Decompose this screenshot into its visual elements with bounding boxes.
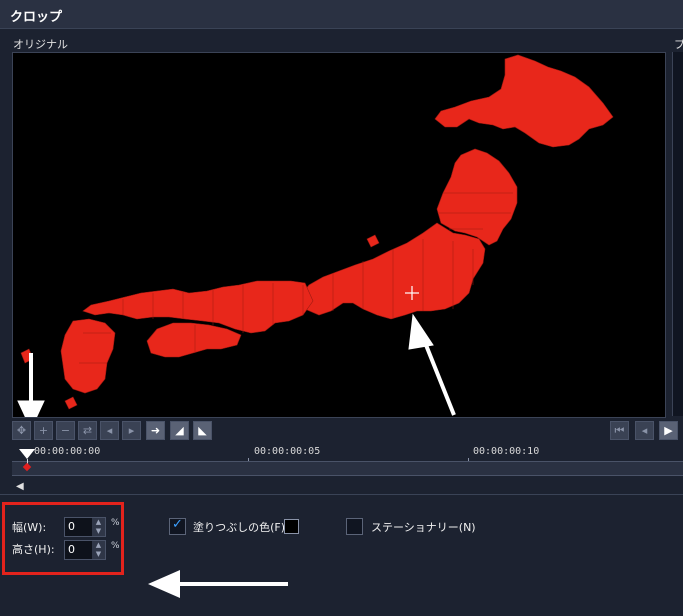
preview-panel[interactable] bbox=[672, 52, 683, 416]
fill-color-label: 塗りつぶしの色(F) bbox=[193, 521, 286, 534]
timeline-track[interactable] bbox=[12, 461, 683, 476]
reverse-icon[interactable]: ⇄ bbox=[78, 421, 97, 440]
kyushu-shape bbox=[60, 318, 116, 394]
japan-map-image bbox=[17, 54, 614, 417]
stationary-label: ステーショナリー(N) bbox=[371, 521, 476, 534]
move-left-icon[interactable]: ✥ bbox=[12, 421, 31, 440]
shikoku-shape bbox=[146, 322, 242, 358]
prev-keyframe-icon[interactable]: ◂ bbox=[100, 421, 119, 440]
annotation-arrow-down bbox=[17, 353, 45, 417]
divider bbox=[0, 494, 683, 495]
timeline-scroll-left-icon[interactable]: ◀ bbox=[16, 481, 24, 492]
move-right-icon[interactable]: ➜ bbox=[146, 421, 165, 440]
honshu-central-shape bbox=[298, 222, 486, 320]
hokkaido-shape bbox=[434, 54, 614, 148]
timecode-label: 00:00:00:10 bbox=[473, 446, 540, 457]
play-icon[interactable]: ▶ bbox=[659, 421, 678, 440]
next-keyframe-icon[interactable]: ▸ bbox=[122, 421, 141, 440]
southern-islands-shape bbox=[64, 396, 78, 410]
fill-color-checkbox[interactable] bbox=[169, 517, 186, 535]
window-title: クロップ bbox=[10, 10, 63, 25]
remove-keyframe-icon[interactable]: − bbox=[56, 421, 75, 440]
ease-out-icon[interactable]: ◣ bbox=[193, 421, 212, 440]
playhead-marker[interactable] bbox=[19, 449, 35, 459]
fill-color-swatch[interactable] bbox=[284, 519, 299, 534]
prev-frame-icon[interactable]: ◂ bbox=[635, 421, 654, 440]
sado-island-shape bbox=[366, 234, 380, 248]
timecode-label: 00:00:00:00 bbox=[34, 446, 101, 457]
original-preview-panel[interactable] bbox=[12, 52, 666, 418]
add-keyframe-icon[interactable]: + bbox=[34, 421, 53, 440]
highlight-box bbox=[2, 502, 124, 575]
keyframe-toolbar: ✥ + − ⇄ ◂ ▸ ➜ ◢ ◣ ⏮ ◂ ▶ bbox=[12, 421, 678, 441]
ease-in-icon[interactable]: ◢ bbox=[170, 421, 189, 440]
annotation-arrow-up bbox=[408, 313, 456, 416]
stationary-checkbox[interactable] bbox=[346, 518, 363, 535]
title-bar bbox=[0, 0, 683, 29]
timeline-ruler: 00:00:00:00 00:00:00:05 00:00:00:10 bbox=[12, 444, 683, 462]
preview-panel-label: プ bbox=[674, 38, 683, 51]
annotation-arrow-left bbox=[148, 570, 288, 598]
go-start-icon[interactable]: ⏮ bbox=[610, 421, 629, 440]
original-panel-label: オリジナル bbox=[13, 38, 68, 51]
timecode-label: 00:00:00:05 bbox=[254, 446, 321, 457]
